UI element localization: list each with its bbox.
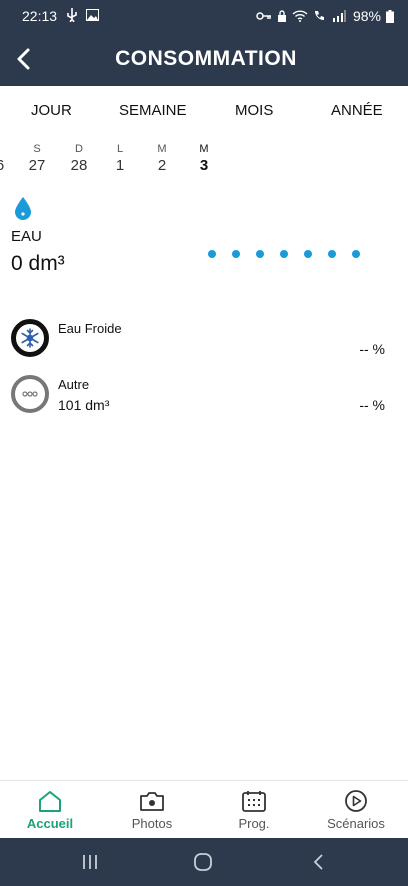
calendar-icon	[242, 791, 266, 812]
more-dots-icon	[11, 375, 49, 413]
nav-label: Photos	[131, 816, 173, 831]
snowflake-icon	[11, 319, 49, 357]
status-bar: 22:13 98%	[0, 0, 408, 32]
battery-level: 98%	[352, 8, 381, 24]
breakdown-name: Autre	[58, 377, 90, 392]
day-item[interactable]: M 2	[147, 143, 177, 174]
image-icon	[86, 9, 99, 21]
breakdown-name: Eau Froide	[58, 321, 122, 336]
loading-dot	[256, 250, 264, 258]
loading-dots	[208, 250, 360, 258]
loading-dot	[232, 250, 240, 258]
day-item[interactable]: S 27	[22, 143, 52, 174]
bottom-nav: Accueil Photos Prog. Scénarios	[0, 780, 408, 838]
nav-label: Prog.	[238, 816, 270, 831]
period-tabs: JOUR SEMAINE MOIS ANNÉE	[0, 102, 408, 124]
camera-icon	[140, 792, 164, 811]
nav-scenarios[interactable]: Scénarios	[316, 789, 396, 831]
play-circle-icon	[345, 790, 367, 812]
recents-icon[interactable]	[80, 852, 100, 872]
status-system-icons: 98%	[256, 8, 394, 24]
home-circle-icon[interactable]	[193, 852, 215, 872]
status-time: 22:13	[22, 8, 58, 24]
lock-icon	[277, 10, 286, 22]
status-notification-icons	[66, 8, 99, 22]
nav-label: Accueil	[26, 816, 74, 831]
breakdown-value: 101 dm³	[58, 397, 110, 413]
day-item[interactable]: D 28	[64, 143, 94, 174]
nav-accueil[interactable]: Accueil	[10, 789, 90, 831]
water-value: 0 dm³	[11, 252, 65, 275]
nav-label: Scénarios	[327, 816, 385, 831]
day-scroller[interactable]: 6 S 27 D 28 L 1 M 2 M 3	[0, 143, 408, 179]
home-icon	[39, 791, 61, 812]
tab-mois[interactable]: MOIS	[235, 102, 273, 119]
loading-dot	[328, 250, 336, 258]
loading-dot	[280, 250, 288, 258]
vpn-key-icon	[256, 12, 271, 20]
wifi-icon	[292, 10, 308, 22]
day-item[interactable]: 6	[0, 143, 15, 174]
water-drop-icon	[15, 197, 31, 220]
nav-prog[interactable]: Prog.	[214, 789, 294, 831]
day-item-selected[interactable]: M 3	[189, 143, 219, 174]
back-icon[interactable]	[310, 852, 326, 872]
tab-jour[interactable]: JOUR	[31, 102, 72, 119]
battery-icon	[386, 9, 394, 23]
nav-photos[interactable]: Photos	[112, 789, 192, 831]
loading-dot	[352, 250, 360, 258]
app-bar: CONSOMMATION	[0, 32, 408, 86]
breakdown-percent: -- %	[359, 397, 385, 413]
loading-dot	[304, 250, 312, 258]
day-item[interactable]: L 1	[105, 143, 135, 174]
usb-icon	[67, 8, 77, 22]
call-icon	[314, 11, 324, 20]
tab-semaine[interactable]: SEMAINE	[119, 102, 187, 119]
tab-annee[interactable]: ANNÉE	[331, 102, 383, 119]
system-nav-bar	[0, 838, 408, 886]
loading-dot	[208, 250, 216, 258]
water-label: EAU	[11, 228, 42, 245]
signal-icon	[332, 10, 346, 22]
page-title: CONSOMMATION	[115, 47, 297, 70]
breakdown-percent: -- %	[359, 341, 385, 357]
